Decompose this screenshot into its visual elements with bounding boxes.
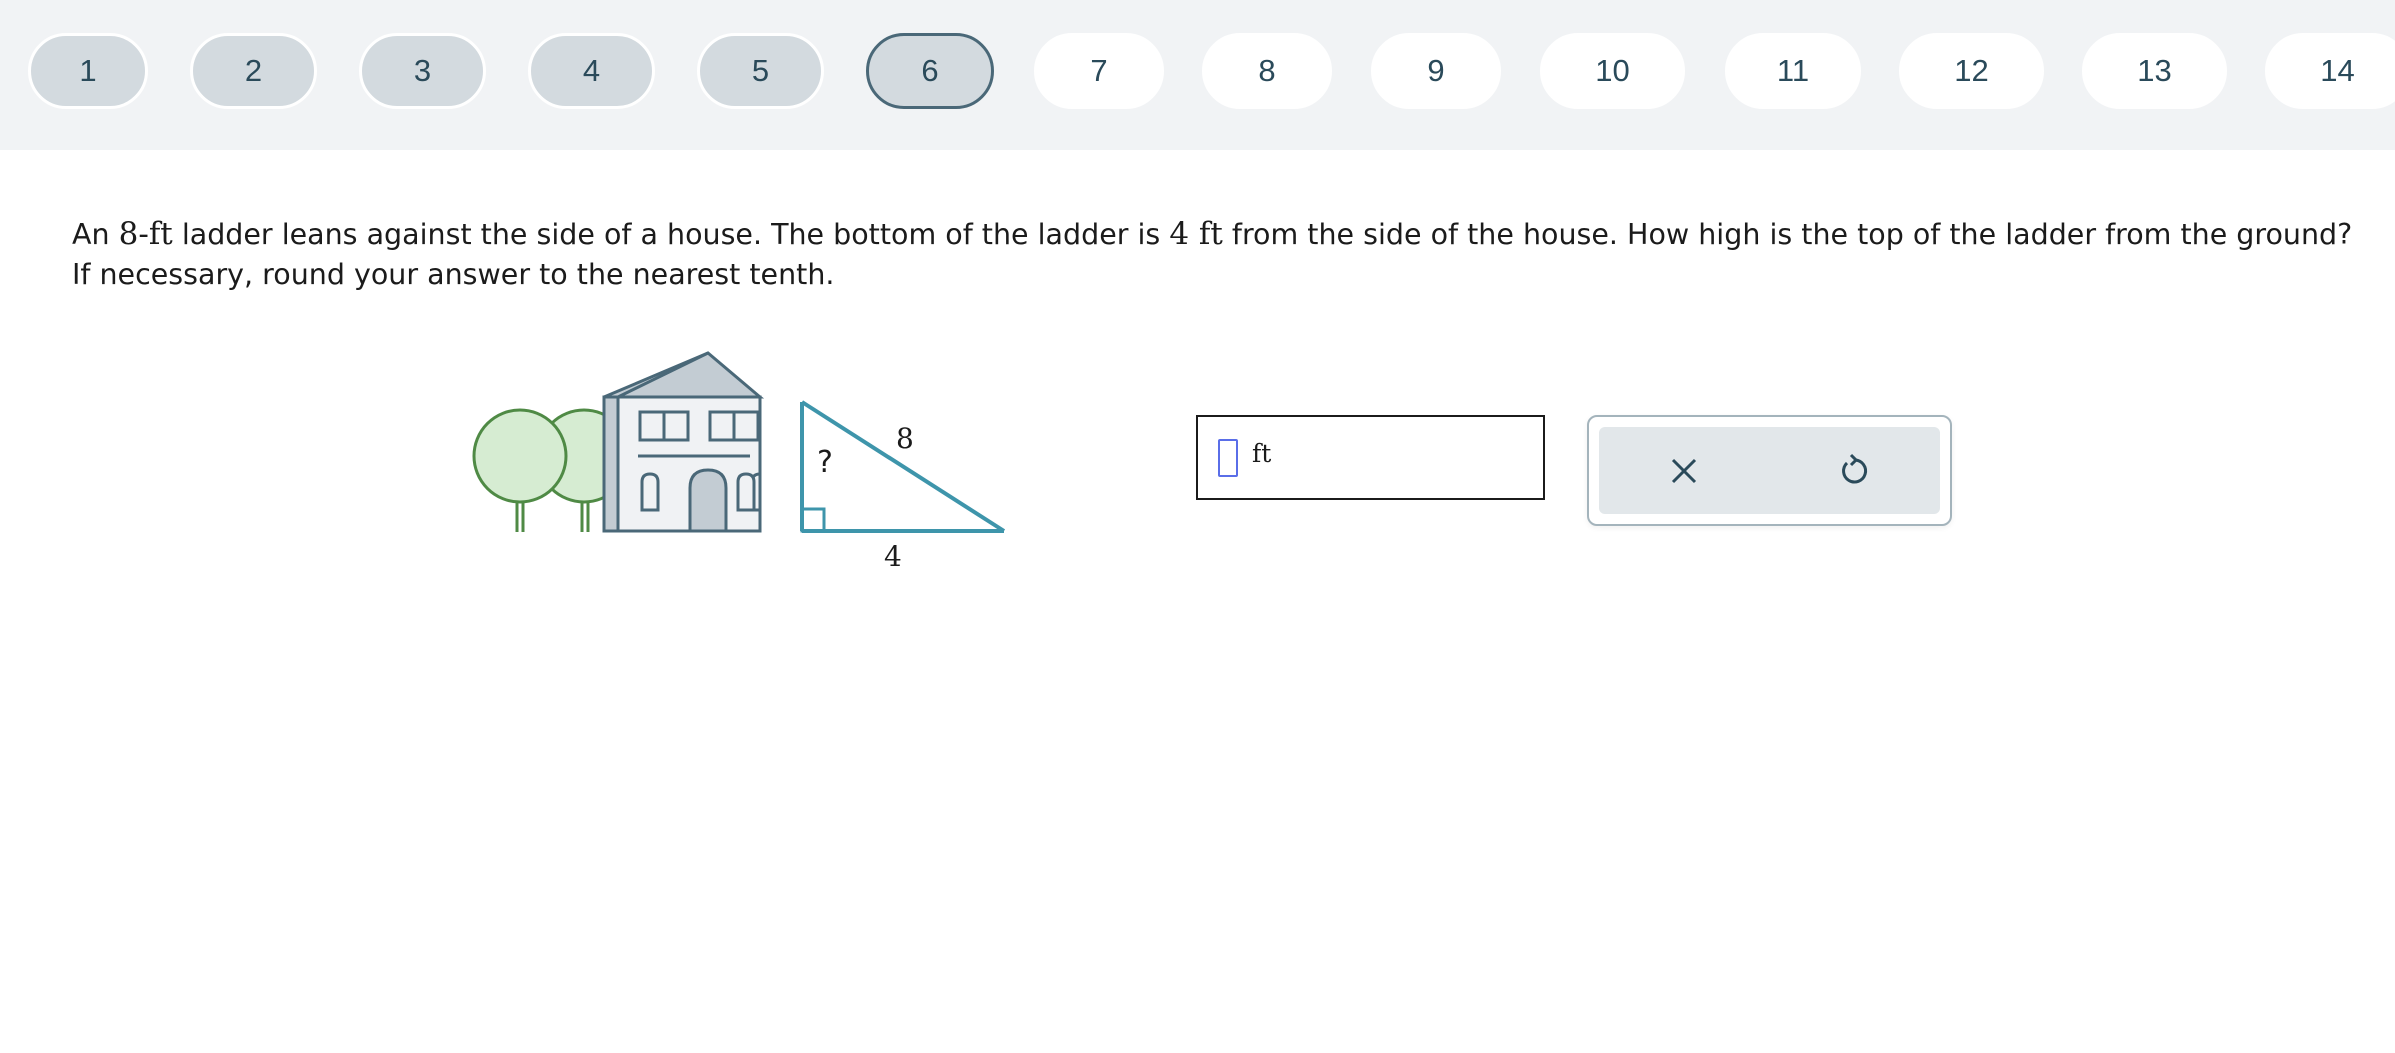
tools-container (1599, 427, 1940, 514)
question-pill-2[interactable]: 2 (190, 33, 317, 109)
base-label: 4 (884, 540, 902, 573)
clear-button[interactable] (1599, 427, 1769, 514)
question-text-part: An (72, 218, 119, 251)
input-cursor (1218, 439, 1238, 477)
question-text-part: from the side of the house. How high is … (1222, 218, 2353, 251)
question-pill-11[interactable]: 11 (1725, 33, 1861, 109)
ladder-house-figure: 8 4 ? (460, 340, 1020, 584)
question-pill-label: 3 (413, 53, 432, 88)
question-pill-label: 2 (244, 53, 263, 88)
question-pill-label: 6 (921, 53, 939, 88)
question-pill-label: 14 (2320, 53, 2355, 88)
question-pill-3[interactable]: 3 (359, 33, 486, 109)
question-pill-label: 8 (1258, 53, 1276, 88)
question-pill-label: 12 (1954, 53, 1989, 88)
question-pill-label: 1 (79, 53, 97, 88)
rounding-instruction: If necessary, round your answer to the n… (72, 258, 835, 291)
question-pill-10[interactable]: 10 (1540, 33, 1685, 109)
question-pill-label: 10 (1595, 53, 1630, 88)
answer-unit: ft (1252, 439, 1272, 468)
question-pill-label: 5 (751, 53, 770, 88)
undo-button[interactable] (1770, 427, 1940, 514)
question-pill-label: 13 (2137, 53, 2172, 88)
question-pill-1[interactable]: 1 (28, 33, 148, 109)
close-icon (1671, 458, 1697, 483)
ladder-length-math: 8-ft (118, 216, 173, 252)
question-pill-label: 7 (1090, 53, 1108, 88)
figure-svg (472, 351, 1006, 533)
distance-math: 4 ft (1169, 216, 1223, 252)
question-text-part: ladder leans against the side of a house… (172, 218, 1170, 251)
answer-tools-panel (1587, 415, 1952, 526)
answer-input[interactable]: ft (1196, 415, 1545, 500)
question-navigation-bar: 1 2 3 4 5 6 7 8 9 10 11 12 13 14 (0, 0, 2395, 150)
question-pill-4[interactable]: 4 (528, 33, 655, 109)
question-pill-label: 4 (582, 53, 601, 88)
question-text: An 8-ft ladder leans against the side of… (72, 214, 2372, 295)
question-pill-12[interactable]: 12 (1899, 33, 2044, 109)
question-pill-6-current[interactable]: 6 (866, 33, 994, 109)
height-unknown-label: ? (817, 445, 833, 480)
right-angle-mark (800, 507, 826, 533)
house (602, 351, 765, 533)
question-pill-8[interactable]: 8 (1202, 33, 1332, 109)
question-pill-13[interactable]: 13 (2082, 33, 2227, 109)
question-pill-5[interactable]: 5 (697, 33, 824, 109)
hypotenuse-label: 8 (896, 422, 914, 455)
question-pill-label: 11 (1776, 53, 1810, 88)
question-pill-14[interactable]: 14 (2265, 33, 2395, 109)
tree-front (472, 408, 568, 532)
question-pill-9[interactable]: 9 (1371, 33, 1501, 109)
question-pill-7[interactable]: 7 (1034, 33, 1164, 109)
undo-icon (1842, 453, 1868, 483)
question-pill-label: 9 (1427, 53, 1445, 88)
